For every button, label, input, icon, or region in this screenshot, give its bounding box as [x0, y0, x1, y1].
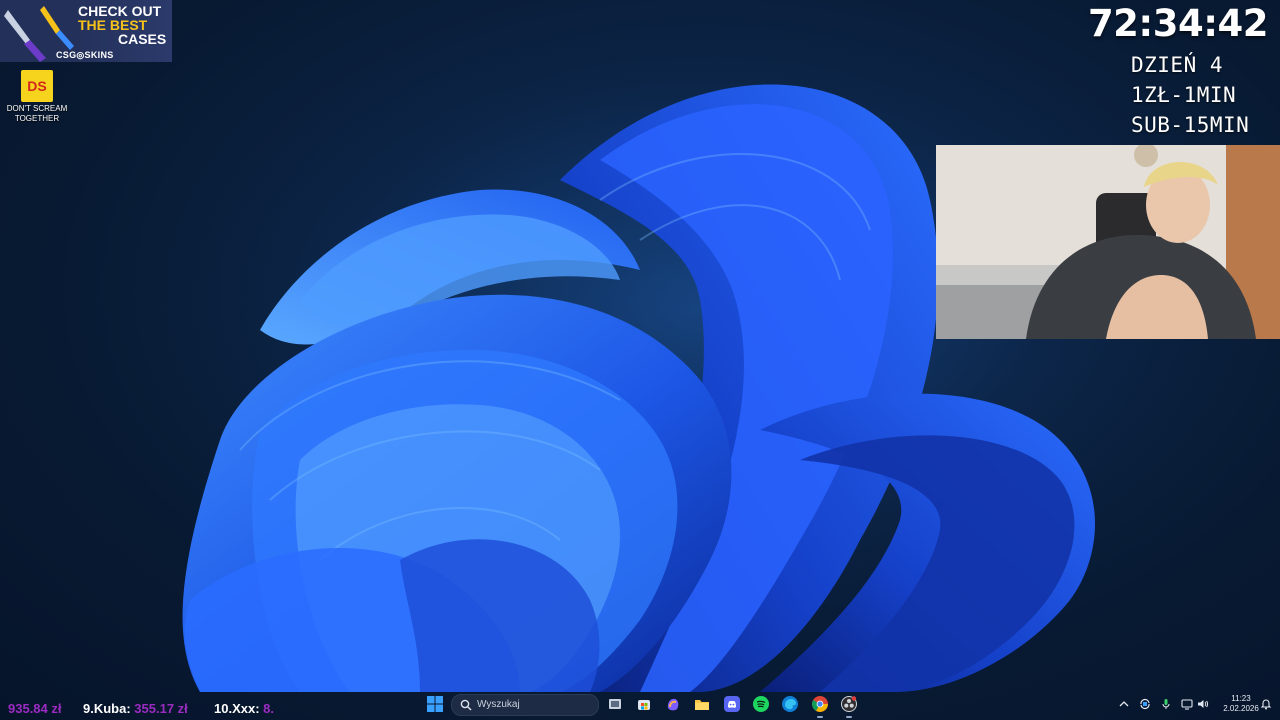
store-icon	[638, 700, 650, 710]
clock-time: 11:23	[1231, 694, 1251, 703]
clock-date: 2.02.2026	[1223, 704, 1259, 713]
obs-button[interactable]	[840, 695, 858, 718]
desktop-shortcut-dont-scream-together[interactable]: DS DON'T SCREAM TOGETHER	[4, 70, 70, 124]
microsoft-store-button[interactable]	[635, 695, 653, 713]
streamer-webcam	[936, 145, 1280, 339]
shortcut-label-line2: TOGETHER	[14, 114, 60, 123]
ad-headline-3: CASES	[118, 31, 167, 47]
csgoskins-ad-banner[interactable]: CHECK OUT THE BEST CASES CSG◎SKINS	[0, 0, 172, 62]
taskbar-search-box[interactable]: Wyszukaj	[451, 694, 599, 716]
desktop-wallpaper	[0, 0, 1280, 692]
microphone-icon[interactable]	[1160, 698, 1172, 710]
overlay-donation-rate: 1ZŁ-1MIN	[1131, 83, 1237, 107]
folder-icon	[695, 700, 709, 710]
copilot-icon	[667, 698, 679, 711]
game-logo-icon: DS	[21, 70, 53, 102]
chrome-icon	[812, 696, 828, 712]
discord-icon	[724, 696, 740, 712]
chevron-up-icon[interactable]	[1118, 698, 1130, 710]
shortcut-label-line1: DON'T SCREAM	[6, 104, 68, 113]
overlay-day-count: DZIEŃ 4	[1131, 53, 1224, 77]
network-icon[interactable]	[1181, 698, 1193, 710]
start-button[interactable]	[426, 695, 444, 713]
spotify-button[interactable]	[752, 695, 770, 713]
overlay-sub-rate: SUB-15MIN	[1131, 113, 1250, 137]
edge-button[interactable]	[781, 695, 799, 713]
task-view-button[interactable]	[606, 695, 624, 713]
edge-icon	[782, 696, 798, 712]
task-view-icon	[609, 699, 621, 709]
spotify-icon	[753, 696, 769, 712]
ad-brand-name: CSG◎SKINS	[56, 50, 114, 60]
subathon-timer: 72:34:42	[1087, 2, 1269, 45]
file-explorer-button[interactable]	[693, 695, 711, 713]
volume-icon[interactable]	[1197, 698, 1209, 710]
sync-icon[interactable]	[1139, 698, 1151, 710]
copilot-button[interactable]	[664, 695, 682, 713]
obs-icon	[841, 696, 857, 712]
search-placeholder: Wyszukaj	[477, 699, 520, 710]
discord-button[interactable]	[723, 695, 741, 713]
notification-bell-icon[interactable]	[1260, 698, 1272, 710]
search-icon	[460, 699, 472, 711]
chrome-button[interactable]	[811, 695, 829, 718]
windows-logo-icon	[427, 696, 443, 712]
taskbar-clock[interactable]: 11:23 2.02.2026	[1220, 694, 1262, 714]
